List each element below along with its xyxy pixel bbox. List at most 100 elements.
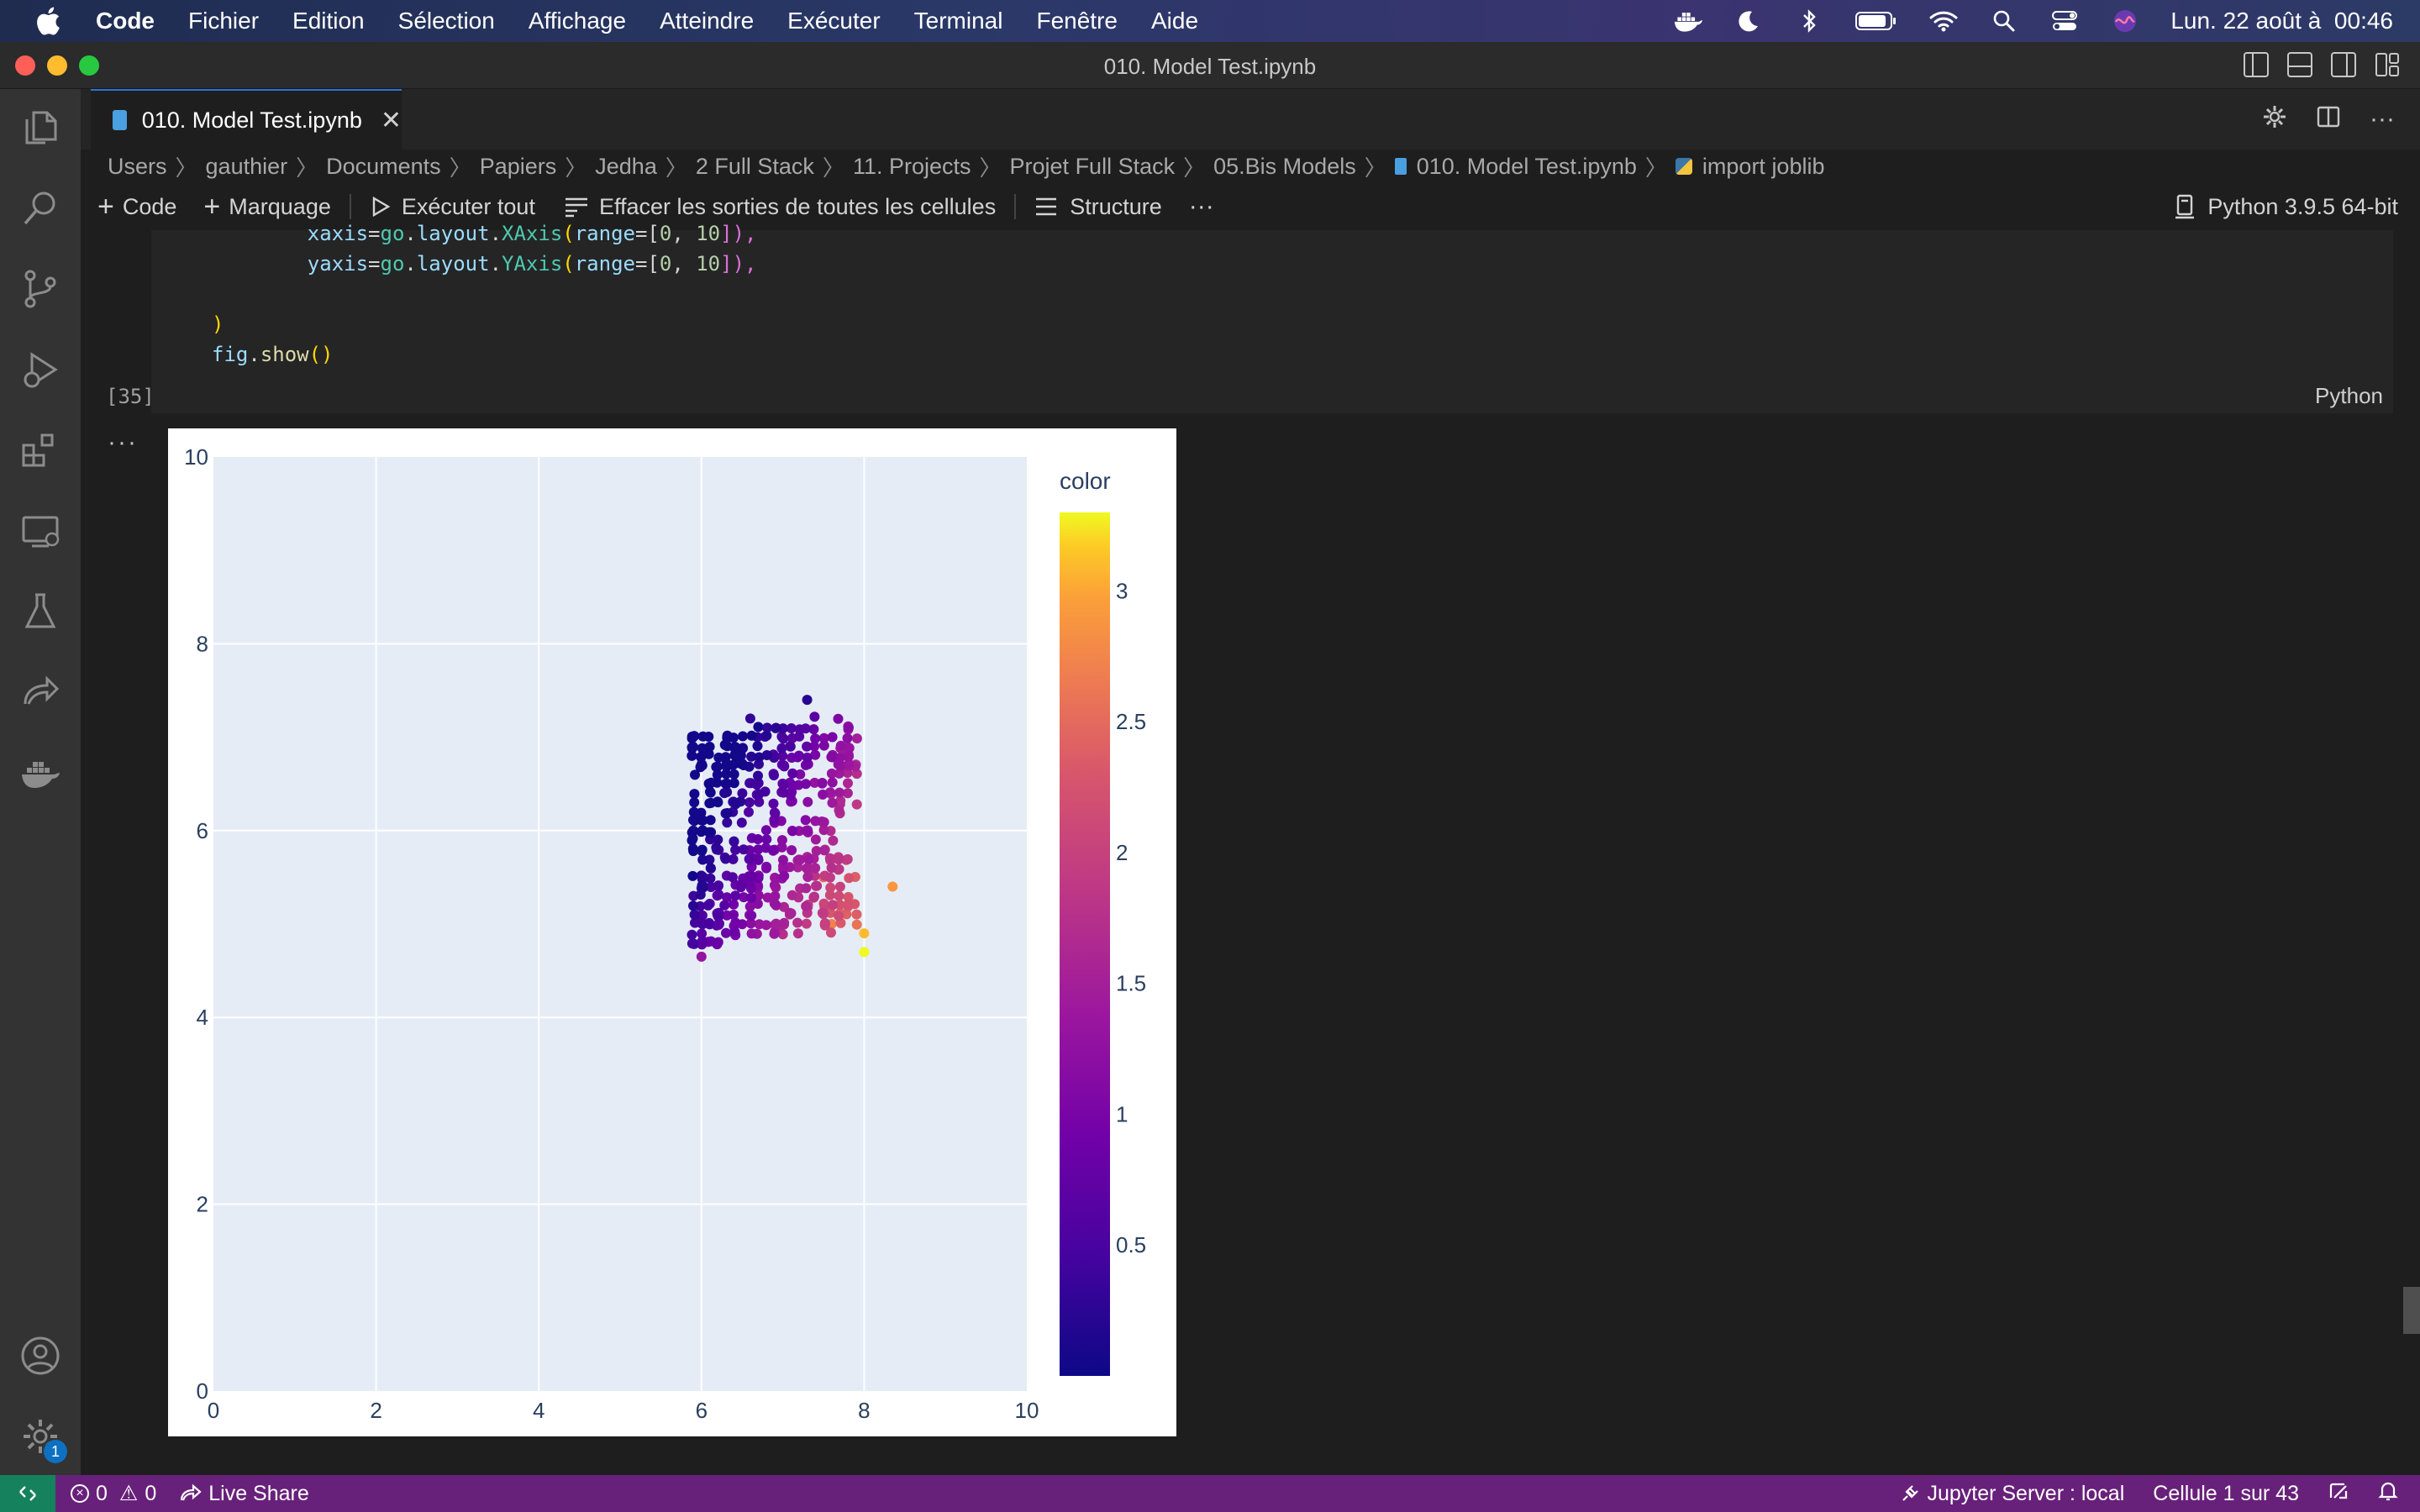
manage-gear-icon[interactable]: 1	[15, 1411, 67, 1463]
scatter-point[interactable]	[736, 817, 747, 828]
plotly-chart[interactable]: 0 2 4 6 8 10 0 2 4 6 8 10 color 0.5 1 1.5 2 2.5 3	[168, 428, 1176, 1436]
scatter-point[interactable]	[801, 900, 812, 911]
wifi-icon[interactable]	[1928, 6, 1959, 36]
spotlight-icon[interactable]	[1989, 6, 2019, 36]
scatter-point[interactable]	[712, 761, 723, 772]
scatter-point[interactable]	[745, 892, 756, 903]
scatter-point[interactable]	[689, 789, 700, 800]
scatter-point[interactable]	[859, 947, 870, 958]
breadcrumb-item[interactable]: Projet Full Stack	[1010, 154, 1176, 180]
toggle-secondary-sidebar-icon[interactable]	[2331, 52, 2356, 77]
scatter-point[interactable]	[771, 918, 781, 929]
siri-icon[interactable]	[2110, 6, 2140, 36]
menu-affichage[interactable]: Affichage	[529, 8, 626, 34]
breadcrumb-item[interactable]: import joblib	[1702, 154, 1825, 180]
scatter-point[interactable]	[760, 920, 771, 931]
scatter-point[interactable]	[744, 713, 755, 724]
bluetooth-icon[interactable]	[1794, 6, 1824, 36]
scatter-point[interactable]	[834, 787, 845, 798]
menu-app-name[interactable]: Code	[96, 8, 155, 34]
scatter-point[interactable]	[687, 750, 697, 761]
scatter-point[interactable]	[744, 806, 754, 817]
scrollbar-thumb[interactable]	[2403, 1287, 2420, 1334]
scatter-point[interactable]	[844, 722, 854, 733]
scatter-point[interactable]	[746, 730, 757, 741]
scatter-point[interactable]	[744, 871, 755, 882]
scatter-point[interactable]	[824, 872, 835, 883]
scatter-point[interactable]	[735, 759, 746, 769]
scatter-point[interactable]	[795, 854, 806, 865]
docker-icon[interactable]	[1673, 6, 1703, 36]
code-cell-editor[interactable]: xaxis=go.layout.XAxis(range=[0, 10]), ya…	[151, 222, 2393, 413]
extensions-icon[interactable]	[15, 425, 66, 475]
scatter-point[interactable]	[704, 917, 714, 928]
add-code-cell-button[interactable]: + Code	[97, 191, 176, 223]
scatter-point[interactable]	[792, 928, 803, 939]
scatter-point[interactable]	[719, 900, 730, 911]
scatter-point[interactable]	[803, 854, 814, 864]
scatter-point[interactable]	[826, 863, 837, 874]
scatter-point[interactable]	[828, 900, 839, 911]
menu-fenetre[interactable]: Fenêtre	[1036, 8, 1118, 34]
battery-icon[interactable]	[1854, 6, 1898, 36]
scatter-point[interactable]	[793, 750, 804, 761]
scatter-point[interactable]	[887, 881, 898, 892]
scatter-point[interactable]	[768, 798, 779, 809]
menu-edition[interactable]: Edition	[292, 8, 365, 34]
add-markdown-cell-button[interactable]: + Marquage	[203, 191, 330, 223]
scatter-point[interactable]	[722, 732, 733, 743]
scatter-point[interactable]	[697, 731, 708, 742]
split-editor-icon[interactable]	[2316, 104, 2341, 134]
clear-all-outputs-button[interactable]: Effacer les sorties de toutes les cellul…	[564, 194, 996, 220]
scatter-point[interactable]	[802, 741, 813, 752]
scatter-point[interactable]	[727, 872, 738, 883]
cell-position[interactable]: Cellule 1 sur 43	[2153, 1482, 2299, 1506]
tab-model-test[interactable]: 010. Model Test.ipynb ✕	[91, 89, 402, 150]
scatter-point[interactable]	[787, 768, 798, 779]
scatter-point[interactable]	[833, 854, 844, 865]
scatter-point[interactable]	[851, 909, 862, 920]
scatter-point[interactable]	[778, 787, 789, 798]
remote-indicator-icon[interactable]	[0, 1475, 55, 1512]
scatter-point[interactable]	[688, 900, 698, 911]
scatter-point[interactable]	[688, 846, 699, 857]
scatter-point[interactable]	[826, 752, 837, 763]
scatter-point[interactable]	[812, 880, 823, 891]
menu-fichier[interactable]: Fichier	[188, 8, 259, 34]
output-actions-icon[interactable]: ···	[108, 428, 138, 457]
breadcrumb-item[interactable]: gauthier	[206, 154, 288, 180]
scatter-point[interactable]	[744, 853, 755, 864]
breadcrumb-item[interactable]: 2 Full Stack	[696, 154, 814, 180]
scatter-point[interactable]	[753, 722, 764, 732]
scatter-point[interactable]	[704, 742, 715, 752]
scatter-point[interactable]	[760, 825, 771, 836]
scatter-point[interactable]	[753, 834, 763, 844]
close-icon[interactable]: ✕	[381, 106, 402, 135]
scatter-point[interactable]	[792, 917, 803, 928]
scatter-point[interactable]	[778, 854, 788, 865]
breadcrumb-item[interactable]: Jedha	[595, 154, 657, 180]
scatter-point[interactable]	[722, 808, 733, 818]
live-share-icon[interactable]	[15, 667, 66, 717]
scatter-point[interactable]	[802, 752, 813, 763]
scatter-point[interactable]	[720, 752, 731, 763]
scatter-point[interactable]	[705, 863, 716, 874]
scatter-point[interactable]	[851, 733, 862, 744]
scatter-point[interactable]	[761, 861, 772, 872]
scatter-point[interactable]	[719, 788, 730, 799]
docker-extension-icon[interactable]	[15, 748, 66, 798]
scatter-point[interactable]	[687, 833, 698, 844]
scatter-point[interactable]	[802, 695, 813, 706]
toolbar-more-icon[interactable]: ···	[1189, 192, 1214, 221]
scatter-point[interactable]	[753, 789, 764, 800]
scatter-point[interactable]	[776, 835, 787, 846]
scatter-point[interactable]	[786, 845, 797, 856]
notifications-bell-icon[interactable]	[2378, 1480, 2398, 1508]
toggle-primary-sidebar-icon[interactable]	[2244, 52, 2269, 77]
scatter-point[interactable]	[721, 761, 732, 772]
scatter-point[interactable]	[713, 834, 723, 845]
scatter-point[interactable]	[720, 853, 731, 864]
scatter-point[interactable]	[706, 797, 717, 808]
customize-layout-icon[interactable]	[2375, 52, 2400, 77]
scatter-point[interactable]	[730, 799, 741, 810]
